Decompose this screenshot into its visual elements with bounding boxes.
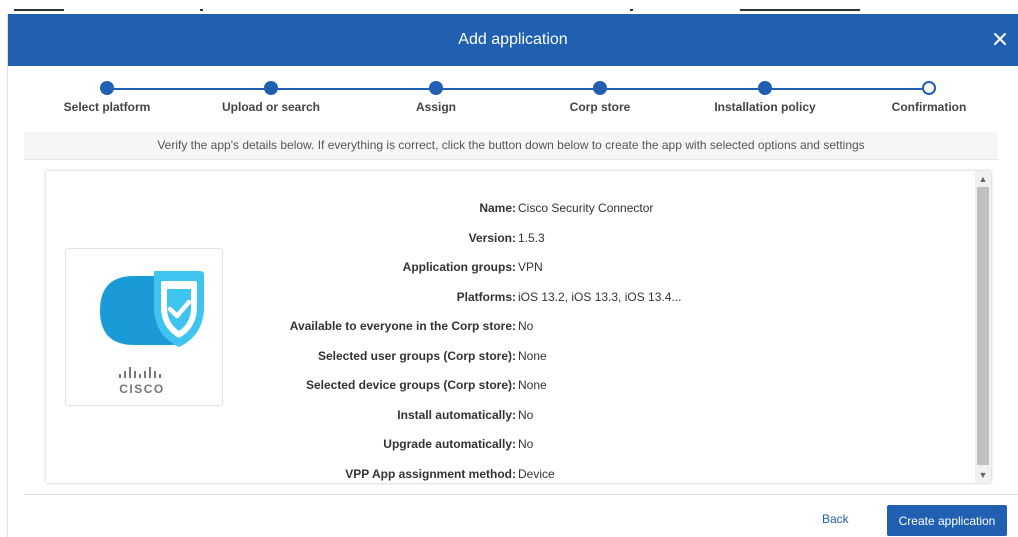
detail-value: 1.5.3 bbox=[518, 230, 545, 245]
create-application-button[interactable]: Create application bbox=[887, 505, 1007, 536]
page: Add application Select platform Upload o… bbox=[0, 0, 1018, 537]
step-label-select-platform[interactable]: Select platform bbox=[37, 100, 177, 114]
detail-value: No bbox=[518, 437, 534, 451]
detail-row-selected-device-groups: Selected device groups (Corp store): Non… bbox=[46, 378, 966, 398]
back-button[interactable]: Back bbox=[822, 512, 849, 526]
detail-row-install-automatically: Install automatically: No bbox=[46, 408, 966, 428]
detail-label: Selected user groups (Corp store): bbox=[317, 348, 516, 363]
detail-label: Selected device groups (Corp store): bbox=[305, 378, 516, 392]
detail-value: None bbox=[518, 378, 547, 392]
footer-divider bbox=[24, 494, 1018, 495]
add-application-modal: Add application Select platform Upload o… bbox=[8, 14, 1018, 537]
step-label-corp-store[interactable]: Corp store bbox=[530, 100, 670, 114]
close-button[interactable] bbox=[992, 31, 1008, 47]
verification-info-text: Verify the app's details below. If every… bbox=[24, 132, 998, 160]
detail-row-name: Name: Cisco Security Connector bbox=[46, 201, 966, 221]
step-label-upload-or-search[interactable]: Upload or search bbox=[201, 100, 341, 114]
detail-value: Device bbox=[518, 466, 555, 481]
step-label-installation-policy[interactable]: Installation policy bbox=[695, 100, 835, 114]
step-dot-confirmation[interactable] bbox=[922, 81, 936, 95]
details-scrollbar[interactable]: ▲ ▼ bbox=[975, 171, 991, 483]
step-dot-assign[interactable] bbox=[429, 81, 443, 95]
stepper-line bbox=[107, 88, 927, 90]
step-label-confirmation[interactable]: Confirmation bbox=[859, 100, 999, 114]
detail-label: Name: bbox=[479, 201, 516, 215]
detail-label: Install automatically: bbox=[397, 407, 516, 422]
step-dot-corp-store[interactable] bbox=[593, 81, 607, 95]
detail-label: Platforms: bbox=[456, 289, 516, 304]
detail-row-available-to-everyone: Available to everyone in the Corp store:… bbox=[46, 319, 966, 339]
detail-row-platforms: Platforms: iOS 13.2, iOS 13.3, iOS 13.4.… bbox=[46, 290, 966, 310]
step-dot-select-platform[interactable] bbox=[100, 81, 114, 95]
detail-value: No bbox=[518, 407, 534, 422]
detail-label: Upgrade automatically: bbox=[383, 437, 516, 451]
detail-value: Cisco Security Connector bbox=[518, 201, 654, 215]
detail-value: VPN bbox=[518, 260, 543, 274]
detail-value: iOS 13.2, iOS 13.3, iOS 13.4... bbox=[518, 289, 682, 304]
detail-row-vpp-assignment-method: VPP App assignment method: Device bbox=[46, 467, 966, 484]
progress-stepper: Select platform Upload or search Assign … bbox=[8, 66, 1018, 132]
detail-value: None bbox=[518, 348, 547, 363]
detail-row-version: Version: 1.5.3 bbox=[46, 231, 966, 251]
detail-row-application-groups: Application groups: VPN bbox=[46, 260, 966, 280]
detail-label: Application groups: bbox=[402, 260, 516, 274]
close-icon bbox=[994, 33, 1006, 45]
step-label-assign[interactable]: Assign bbox=[366, 100, 506, 114]
step-dot-upload-or-search[interactable] bbox=[264, 81, 278, 95]
scrollbar-thumb[interactable] bbox=[977, 187, 989, 465]
detail-label: Version: bbox=[468, 230, 516, 245]
step-dot-installation-policy[interactable] bbox=[758, 81, 772, 95]
app-details-card: CISCO Name: Cisco Security Connector Ver… bbox=[46, 171, 991, 483]
detail-label: VPP App assignment method: bbox=[345, 466, 516, 481]
detail-row-selected-user-groups: Selected user groups (Corp store): None bbox=[46, 349, 966, 369]
detail-label: Available to everyone in the Corp store: bbox=[289, 319, 516, 333]
detail-value: No bbox=[518, 319, 534, 333]
detail-row-upgrade-automatically: Upgrade automatically: No bbox=[46, 437, 966, 457]
background-top-strip bbox=[0, 0, 1018, 14]
scroll-down-icon[interactable]: ▼ bbox=[975, 468, 991, 482]
modal-title: Add application bbox=[458, 31, 568, 48]
scroll-up-icon[interactable]: ▲ bbox=[975, 172, 991, 186]
modal-header: Add application bbox=[8, 14, 1018, 66]
